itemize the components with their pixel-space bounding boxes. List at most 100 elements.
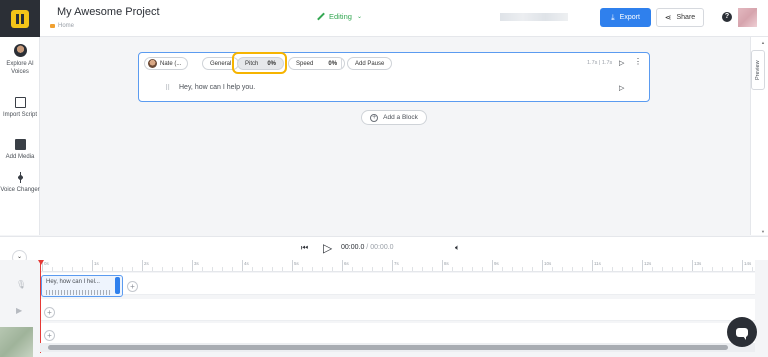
clip-resize-handle[interactable] <box>115 277 120 294</box>
ruler-minor-tick <box>172 267 173 271</box>
pitch-label: Pitch <box>245 60 259 67</box>
scroll-down-icon[interactable]: ▼ <box>761 229 765 234</box>
block-text[interactable]: Hey, how can I help you. <box>179 84 255 91</box>
ruler-tick <box>542 260 543 271</box>
volume-icon[interactable]: 🔈︎ <box>455 243 460 253</box>
playhead[interactable] <box>40 260 41 353</box>
sidebar-item-add-media[interactable]: Add Media <box>0 139 40 161</box>
ruler-tick-label: 14s <box>744 261 752 266</box>
ruler-minor-tick <box>312 267 313 271</box>
more-options-icon[interactable]: ⋮ <box>634 58 642 66</box>
ruler-tick <box>242 260 243 271</box>
export-button[interactable]: ⤓ Export <box>600 8 651 27</box>
user-avatar[interactable] <box>738 8 757 27</box>
ruler-minor-tick <box>412 267 413 271</box>
blurred-info <box>500 13 568 21</box>
add-pause-button[interactable]: Add Pause <box>347 57 393 70</box>
ruler-minor-tick <box>652 267 653 271</box>
ruler-minor-tick <box>372 267 373 271</box>
pencil-icon <box>317 13 324 20</box>
ruler-minor-tick <box>122 267 123 271</box>
time-readout: 00:00.0 / 00:00.0 <box>341 244 394 251</box>
media-thumbnail <box>0 327 33 357</box>
breadcrumb-home[interactable]: Home <box>58 23 74 29</box>
ruler-minor-tick <box>332 267 333 271</box>
waveform <box>46 290 112 295</box>
sidebar-item-label: Voice Changer <box>0 187 40 193</box>
breadcrumb[interactable]: Home <box>50 23 74 29</box>
audio-clip[interactable]: Hey, how can I hel... <box>41 275 123 297</box>
ruler-minor-tick <box>602 267 603 271</box>
ruler-minor-tick <box>462 267 463 271</box>
chat-button[interactable] <box>727 317 757 347</box>
speed-control[interactable]: Speed 0% <box>288 57 346 70</box>
ruler-minor-tick <box>672 267 673 271</box>
ruler-tick-label: 3s <box>194 261 199 266</box>
sidebar-item-label: Explore AI Voices <box>6 61 34 75</box>
play-line-icon[interactable]: ▷ <box>619 84 624 92</box>
play-icon[interactable]: ▷ <box>323 241 332 255</box>
extra-track[interactable] <box>40 323 755 345</box>
ruler-minor-tick <box>512 267 513 271</box>
ruler-minor-tick <box>62 267 63 271</box>
ruler-minor-tick <box>502 267 503 271</box>
share-icon: ⋖ <box>664 13 672 22</box>
ruler-minor-tick <box>662 267 663 271</box>
ruler-minor-tick <box>232 267 233 271</box>
ruler-minor-tick <box>612 267 613 271</box>
sidebar-item-voice-changer[interactable]: Voice Changer <box>0 172 40 194</box>
ruler-minor-tick <box>382 267 383 271</box>
scrollbar-thumb[interactable] <box>48 345 728 350</box>
pitch-control[interactable]: Pitch 0% <box>237 57 285 70</box>
ruler-minor-tick <box>222 267 223 271</box>
ruler-minor-tick <box>402 267 403 271</box>
add-track-button[interactable]: + <box>44 330 55 341</box>
ruler-tick <box>692 260 693 271</box>
ruler-tick <box>592 260 593 271</box>
project-title[interactable]: My Awesome Project <box>57 6 160 18</box>
speed-label: Speed <box>296 60 314 67</box>
sidebar-item-import-script[interactable]: Import Script <box>0 97 40 119</box>
plus-circle-icon: + <box>370 113 379 122</box>
media-icon <box>14 139 26 150</box>
sidebar-item-explore-voices[interactable]: Explore AI Voices <box>0 44 40 76</box>
video-track[interactable] <box>40 299 755 321</box>
ruler-minor-tick <box>622 267 623 271</box>
voice-name: Nate (... <box>160 60 182 67</box>
ruler-tick-label: 5s <box>294 261 299 266</box>
skip-back-icon[interactable]: ⏮ <box>301 243 308 253</box>
ruler-minor-tick <box>532 267 533 271</box>
ruler-tick <box>442 260 443 271</box>
ruler-tick <box>492 260 493 271</box>
mode-dropdown[interactable]: Editing ⌄ <box>317 12 362 21</box>
preview-tab[interactable]: Preview <box>751 50 765 90</box>
ruler-minor-tick <box>282 267 283 271</box>
ruler-minor-tick <box>522 267 523 271</box>
ruler-minor-tick <box>252 267 253 271</box>
audio-track[interactable] <box>40 273 755 295</box>
microphone-icon: 🎙︎ <box>16 280 27 289</box>
play-block-icon[interactable]: ▷ <box>619 59 624 67</box>
share-label: Share <box>676 14 696 21</box>
add-audio-button[interactable]: + <box>127 281 138 292</box>
ruler-tick <box>642 260 643 271</box>
share-button[interactable]: ⋖ Share <box>656 8 704 27</box>
help-icon[interactable]: ? <box>722 12 732 22</box>
block-duration: 1.7s | 1.7s <box>587 60 613 66</box>
ruler-minor-tick <box>682 267 683 271</box>
pitch-value: 0% <box>267 60 277 67</box>
scroll-up-icon[interactable]: ▲ <box>761 40 765 45</box>
voice-selector[interactable]: Nate (... <box>144 57 189 70</box>
ruler-minor-tick <box>452 267 453 271</box>
drag-handle-icon[interactable]: ⠿ <box>165 84 170 92</box>
ruler-minor-tick <box>472 267 473 271</box>
playhead-marker[interactable] <box>38 260 44 265</box>
add-video-button[interactable]: + <box>44 307 55 318</box>
ruler-minor-tick <box>562 267 563 271</box>
ruler-minor-tick <box>322 267 323 271</box>
app-logo[interactable] <box>0 0 40 37</box>
add-block-button[interactable]: + Add a Block <box>361 110 427 125</box>
ruler-tick-label: 10s <box>544 261 552 266</box>
ruler-minor-tick <box>572 267 573 271</box>
timeline-ruler[interactable]: 0s 1s 2s 3s 4s 5s 6s 7s 8s 9s 10s 11s 12s 13s 14s <box>40 260 755 272</box>
